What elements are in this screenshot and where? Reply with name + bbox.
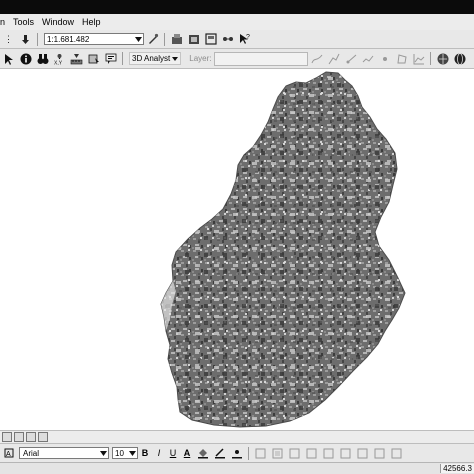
hyperlink-icon[interactable] <box>87 52 100 65</box>
tool-d-icon[interactable] <box>305 447 318 460</box>
tool-h-icon[interactable] <box>373 447 386 460</box>
interpolate-polygon-icon[interactable] <box>395 52 408 65</box>
status-bar: 42566.3 <box>0 462 474 474</box>
go-to-xy-icon[interactable]: X,Y <box>53 52 66 65</box>
layout-view-button[interactable] <box>14 432 24 442</box>
arctoolbox-icon[interactable] <box>170 33 183 46</box>
tool-i-icon[interactable] <box>390 447 403 460</box>
region-polygon <box>160 71 406 428</box>
font-color-button[interactable]: A <box>181 447 193 459</box>
tool-a-icon[interactable] <box>254 447 267 460</box>
tool-b-icon[interactable] <box>271 447 284 460</box>
map-layer <box>160 71 406 428</box>
3d-analyst-menu[interactable]: 3D Analyst <box>129 52 182 65</box>
layer-select[interactable] <box>214 51 309 66</box>
3d-analyst-label: 3D Analyst <box>132 54 171 63</box>
find-binoculars-icon[interactable] <box>36 52 49 65</box>
menu-item-tools[interactable]: Tools <box>13 17 34 27</box>
arcscene-icon[interactable] <box>436 52 449 65</box>
toolbar-separator <box>248 446 249 460</box>
bold-button[interactable]: B <box>139 447 151 459</box>
chevron-down-icon[interactable] <box>133 34 143 44</box>
marker-color-icon[interactable] <box>230 447 243 460</box>
arccatalog-icon[interactable] <box>187 33 200 46</box>
select-elements-icon[interactable] <box>2 52 15 65</box>
profile-graph-icon[interactable] <box>412 52 425 65</box>
add-data-icon[interactable] <box>19 33 32 46</box>
interpolate-point-icon[interactable] <box>378 52 391 65</box>
line-color-icon[interactable] <box>213 447 226 460</box>
underline-button[interactable]: U <box>167 447 179 459</box>
chevron-down-icon[interactable] <box>98 448 108 458</box>
fill-color-icon[interactable] <box>196 447 209 460</box>
map-scale-value: 1:1.681.482 <box>47 34 90 44</box>
coordinate-readout: 42566.3 <box>440 464 474 473</box>
steepest-path-icon[interactable] <box>327 52 340 65</box>
interpolate-line-icon[interactable] <box>361 52 374 65</box>
data-view-button[interactable] <box>2 432 12 442</box>
view-switch-bar <box>0 430 474 443</box>
tools-toolbar: X,Y 3D Analyst Layer: <box>0 49 474 69</box>
tool-c-icon[interactable] <box>288 447 301 460</box>
toolbar-separator <box>430 52 432 65</box>
whats-this-help-icon[interactable]: ? <box>238 33 251 46</box>
tool-g-icon[interactable] <box>356 447 369 460</box>
create-contours-icon[interactable] <box>310 52 323 65</box>
arcglobe-icon[interactable] <box>453 52 466 65</box>
menu-item-help[interactable]: Help <box>82 17 101 27</box>
draw-toolbar: A Arial 10 B I U A <box>0 443 474 462</box>
menu-item-window[interactable]: Window <box>42 17 74 27</box>
drawing-menu-icon[interactable]: A <box>2 447 15 460</box>
editor-toolbar-icon[interactable] <box>146 33 159 46</box>
menu-item-fragment[interactable]: n <box>0 17 5 27</box>
model-builder-icon[interactable] <box>221 33 234 46</box>
svg-text:X,Y: X,Y <box>54 60 63 65</box>
refresh-view-button[interactable] <box>26 432 36 442</box>
pause-drawing-button[interactable] <box>38 432 48 442</box>
font-size-value: 10 <box>115 448 124 458</box>
svg-text:?: ? <box>246 34 250 41</box>
font-family-select[interactable]: Arial <box>19 447 109 459</box>
grip-icon: ⋮ <box>4 33 13 44</box>
chevron-down-icon <box>172 56 179 61</box>
map-canvas[interactable] <box>0 69 474 430</box>
line-of-sight-icon[interactable] <box>344 52 357 65</box>
layout-view-icon[interactable] <box>204 33 217 46</box>
identify-icon[interactable] <box>19 52 32 65</box>
toolbar-separator <box>122 52 123 65</box>
font-family-value: Arial <box>23 448 40 458</box>
title-bar <box>0 0 474 14</box>
map-scale-input[interactable]: 1:1.681.482 <box>44 33 144 45</box>
layer-label: Layer: <box>189 54 212 63</box>
tool-e-icon[interactable] <box>322 447 335 460</box>
italic-button[interactable]: I <box>153 447 165 459</box>
chevron-down-icon[interactable] <box>127 448 137 458</box>
tool-f-icon[interactable] <box>339 447 352 460</box>
toolbar-separator <box>164 32 165 46</box>
measure-icon[interactable] <box>70 52 83 65</box>
font-size-select[interactable]: 10 <box>112 447 138 459</box>
standard-toolbar: ⋮ 1:1.681.482 ? <box>0 30 474 49</box>
menu-bar: n Tools Window Help <box>0 14 474 30</box>
html-popup-icon[interactable] <box>104 52 117 65</box>
svg-text:A: A <box>6 451 11 458</box>
toolbar-separator <box>37 32 38 46</box>
